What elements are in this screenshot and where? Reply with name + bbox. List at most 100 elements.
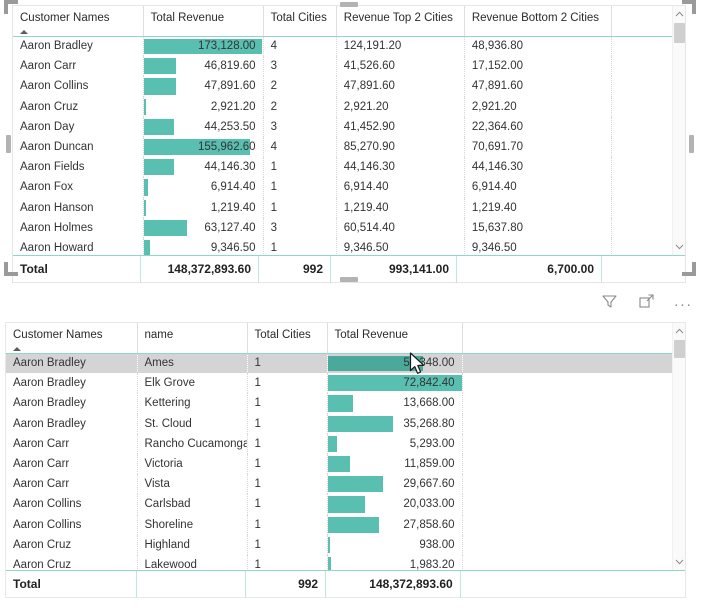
scroll-thumb[interactable]: [674, 23, 685, 43]
cell-city-name: Elk Grove: [137, 373, 248, 394]
header-label: Total Revenue: [334, 329, 409, 341]
cell-customer-name: Aaron Duncan: [13, 136, 144, 158]
scroll-thumb[interactable]: [674, 340, 685, 358]
table-row[interactable]: Aaron Cruz Lakewood 1 1,983.20: [6, 554, 685, 570]
more-options-icon[interactable]: ...: [674, 292, 693, 311]
cell-total-revenue: 1,219.40: [143, 197, 264, 218]
cell-total-cities: 4: [263, 136, 337, 158]
table-row[interactable]: Aaron Hanson 1,219.40 1 1,219.40 1,219.40: [13, 197, 685, 218]
sort-ascending-icon[interactable]: [13, 346, 21, 351]
table-row[interactable]: Aaron Duncan 155,962.60 4 85,270.90 70,691.7…: [13, 136, 685, 158]
resize-handle-bottom-left[interactable]: [4, 262, 18, 276]
table-row[interactable]: Aaron Fox 6,914.40 1 6,914.40 6,914.40: [13, 177, 685, 198]
cell-total-cities: 1: [247, 393, 328, 414]
cell-revenue-bottom-2: 47,891.60: [464, 76, 613, 97]
table-row[interactable]: Aaron Carr Vista 1 29,667.60: [6, 474, 685, 495]
cell-revenue-bottom-2: 17,152.00: [464, 56, 613, 77]
cell-customer-name: Aaron Collins: [6, 494, 138, 515]
cell-customer-name: Aaron Bradley: [6, 373, 138, 394]
total-label: Total: [6, 570, 137, 598]
cell-total-revenue: 51,348.00: [327, 353, 463, 374]
column-header-total-cities[interactable]: Total Cities: [247, 323, 328, 354]
table-row[interactable]: Aaron Bradley 173,128.00 4 124,191.20 48,936…: [13, 36, 685, 57]
table-row[interactable]: Aaron Holmes 63,127.40 3 60,514.40 15,637.80: [13, 217, 685, 238]
resize-handle-right-middle[interactable]: [689, 135, 694, 153]
table-row[interactable]: Aaron Bradley Ames 1 51,348.00: [6, 353, 685, 374]
table-row[interactable]: Aaron Carr Victoria 1 11,859.00: [6, 453, 685, 475]
resize-handle-top-center[interactable]: [340, 2, 358, 7]
column-header-total-revenue[interactable]: Total Revenue: [143, 6, 264, 37]
cell-total-revenue: 5,293.00: [327, 433, 463, 454]
column-header-customer-names[interactable]: Customer Names: [6, 323, 138, 354]
scroll-down-icon[interactable]: [673, 240, 685, 254]
cell-customer-name: Aaron Cruz: [6, 534, 138, 555]
column-header-total-revenue[interactable]: Total Revenue: [327, 323, 463, 354]
cell-customer-name: Aaron Carr: [6, 453, 138, 475]
resize-handle-bottom-center[interactable]: [340, 277, 358, 282]
table-row[interactable]: Aaron Carr Rancho Cucamonga 1 5,293.00: [6, 433, 685, 454]
header-label: name: [144, 329, 174, 341]
cell-city-name: Lakewood: [137, 554, 248, 570]
column-header-revenue-bottom-2-cities[interactable]: Revenue Bottom 2 Cities: [464, 6, 613, 37]
column-header-name[interactable]: name: [137, 323, 248, 354]
table-row[interactable]: Aaron Cruz 2,921.20 2 2,921.20 2,921.20: [13, 96, 685, 117]
summary-table-body: Customer Names Total Revenue Total Citie…: [13, 6, 685, 255]
scroll-up-icon[interactable]: [673, 324, 685, 338]
summary-vertical-scrollbar[interactable]: [672, 6, 685, 255]
cell-customer-name: Aaron Collins: [13, 76, 144, 97]
filter-icon[interactable]: [600, 292, 619, 311]
table-row[interactable]: Aaron Collins 47,891.60 2 47,891.60 47,891.6…: [13, 76, 685, 97]
cell-total-cities: 4: [263, 36, 337, 57]
cell-customer-name: Aaron Carr: [6, 433, 138, 454]
table-row[interactable]: Aaron Collins Shoreline 1 27,858.60: [6, 514, 685, 535]
total-spacer: [602, 256, 674, 283]
column-header-customer-names[interactable]: Customer Names: [13, 6, 144, 37]
cell-spacer: [462, 353, 685, 374]
table-visual-detail[interactable]: Customer Names name Total Cities Total R…: [5, 322, 686, 598]
cell-customer-name: Aaron Carr: [6, 474, 138, 495]
report-canvas: Customer Names Total Revenue Total Citie…: [0, 0, 701, 614]
cell-total-cities: 1: [247, 433, 328, 454]
column-header-spacer: [462, 323, 685, 354]
cell-total-revenue: 44,253.50: [143, 116, 264, 137]
cell-spacer: [462, 373, 685, 394]
header-label: Revenue Bottom 2 Cities: [471, 12, 600, 24]
header-label: Revenue Top 2 Cities: [343, 12, 453, 24]
table-row[interactable]: Aaron Cruz Highland 1 938.00: [6, 534, 685, 555]
cell-customer-name: Aaron Holmes: [13, 217, 144, 238]
cell-revenue-bottom-2: 6,914.40: [464, 177, 613, 198]
table-visual-summary[interactable]: Customer Names Total Revenue Total Citie…: [12, 5, 686, 283]
table-row[interactable]: Aaron Bradley St. Cloud 1 35,268.80: [6, 413, 685, 434]
column-header-total-cities[interactable]: Total Cities: [263, 6, 337, 37]
table-row[interactable]: Aaron Fields 44,146.30 1 44,146.30 44,146.30: [13, 157, 685, 178]
resize-handle-bottom-right[interactable]: [682, 262, 696, 276]
focus-mode-icon[interactable]: [637, 292, 656, 311]
cell-city-name: Ames: [137, 353, 248, 374]
column-header-revenue-top-2-cities[interactable]: Revenue Top 2 Cities: [336, 6, 465, 37]
table-row[interactable]: Aaron Bradley Kettering 1 13,668.00: [6, 393, 685, 414]
total-label: Total: [13, 255, 141, 283]
table-row[interactable]: Aaron Day 44,253.50 3 41,452.90 22,364.60: [13, 116, 685, 137]
cell-spacer: [462, 474, 685, 495]
cell-total-revenue: 11,859.00: [327, 453, 463, 475]
sort-ascending-icon[interactable]: [20, 29, 28, 34]
cell-customer-name: Aaron Bradley: [6, 393, 138, 414]
cell-revenue-bottom-2: 70,691.70: [464, 136, 613, 158]
header-label: Total Revenue: [150, 12, 225, 24]
table-row[interactable]: Aaron Carr 46,819.60 3 41,526.60 17,152.00: [13, 56, 685, 77]
table-row[interactable]: Aaron Howard 9,346.50 1 9,346.50 9,346.50: [13, 237, 685, 255]
cell-total-revenue: 1,983.20: [327, 554, 463, 570]
table-row[interactable]: Aaron Bradley Elk Grove 1 72,842.40: [6, 373, 685, 394]
resize-handle-top-right[interactable]: [682, 0, 696, 14]
resize-handle-top-left[interactable]: [4, 0, 18, 14]
total-total-revenue: 148,372,893.60: [326, 570, 461, 598]
cell-spacer: [462, 413, 685, 434]
cell-revenue-top-2: 2,921.20: [336, 96, 465, 117]
cell-spacer: [462, 494, 685, 515]
cell-revenue-bottom-2: 22,364.60: [464, 116, 613, 137]
table-row[interactable]: Aaron Collins Carlsbad 1 20,033.00: [6, 494, 685, 515]
scroll-down-icon[interactable]: [673, 555, 685, 569]
resize-handle-left-middle[interactable]: [6, 135, 11, 153]
detail-vertical-scrollbar[interactable]: [672, 323, 685, 570]
detail-total-row: Total 992 148,372,893.60: [6, 570, 685, 598]
